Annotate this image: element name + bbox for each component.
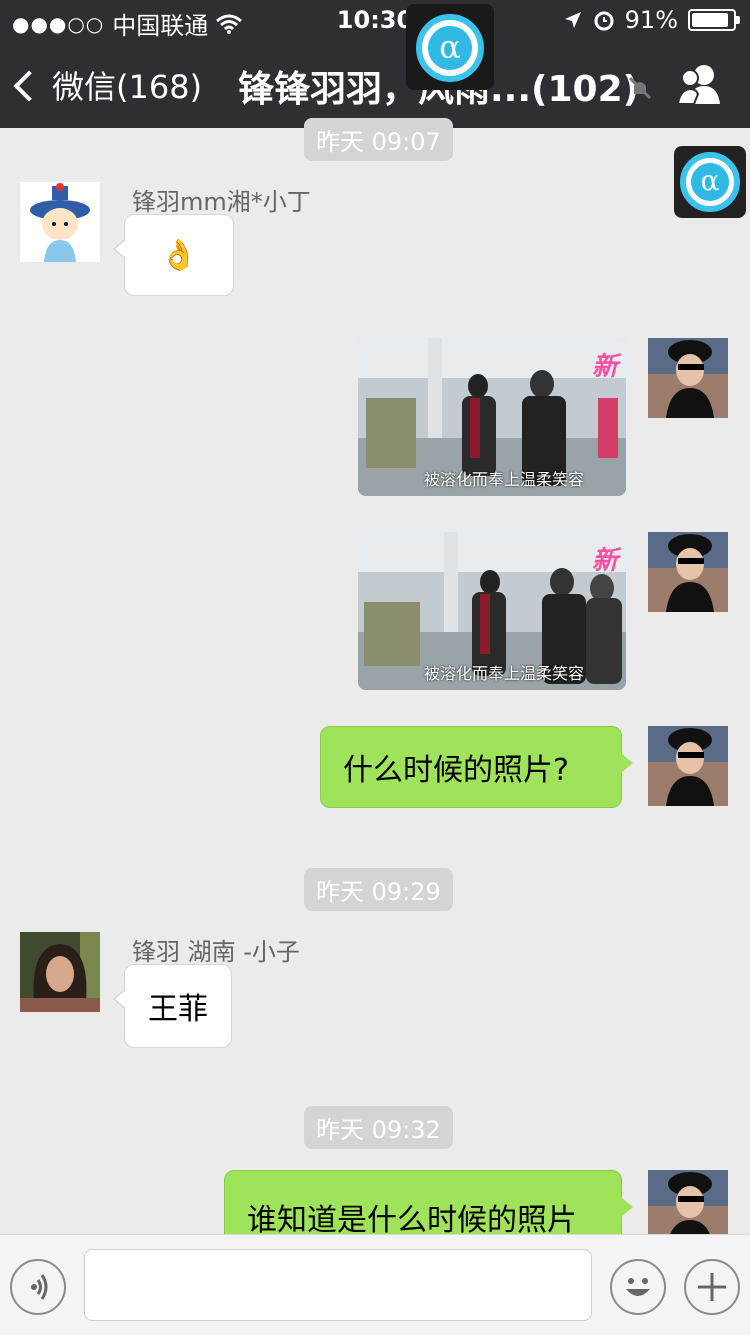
chat-navbar: 微信(168) 锋锋羽羽，风雨...(102) <box>0 40 750 128</box>
user-avatar-icon <box>648 726 728 806</box>
photo-caption: 被溶化而奉上温柔笑容 <box>424 664 585 683</box>
input-bar <box>0 1234 750 1335</box>
status-bar: ●●●○○ 中国联通 10:30 91% <box>0 0 750 40</box>
avatar[interactable] <box>648 338 728 418</box>
user-avatar-icon <box>648 532 728 612</box>
cartoon-avatar-icon <box>20 182 100 262</box>
alpha-floating-button[interactable]: α <box>674 146 746 218</box>
message-text: 王菲 <box>148 992 208 1027</box>
mute-icon <box>628 76 652 100</box>
message-bubble[interactable]: 👌 <box>113 214 234 296</box>
photo-message[interactable]: 新 被溶化而奉上温柔笑容 <box>358 338 626 496</box>
chevron-left-icon <box>13 70 45 102</box>
emoji-button[interactable] <box>610 1259 666 1315</box>
photo-logo: 新 <box>591 352 618 382</box>
alpha-app-overlay[interactable]: α <box>406 4 494 90</box>
alpha-icon: α <box>691 163 729 201</box>
user-avatar-icon <box>20 932 100 1012</box>
message-bubble[interactable]: 什么时候的照片? <box>320 726 633 808</box>
sender-name: 锋羽 湖南 -小子 <box>132 938 300 966</box>
photo-logo: 新 <box>591 546 618 576</box>
group-icon[interactable] <box>676 62 724 106</box>
alarm-icon <box>594 11 614 31</box>
plus-icon <box>698 1273 726 1301</box>
alpha-icon: α <box>428 26 472 70</box>
photo-caption: 被溶化而奉上温柔笑容 <box>424 470 585 489</box>
message-text: 谁知道是什么时候的照片 <box>247 1203 577 1238</box>
back-button[interactable]: 微信(168) <box>13 62 203 108</box>
emoji-icon <box>626 1278 650 1296</box>
timestamp: 昨天 09:32 <box>304 1106 453 1149</box>
timestamp: 昨天 09:07 <box>304 118 453 161</box>
timestamp: 昨天 09:29 <box>304 868 453 911</box>
back-label: 微信(168) <box>52 68 203 106</box>
avatar[interactable] <box>648 532 728 612</box>
location-icon <box>564 12 581 28</box>
message-input[interactable] <box>84 1249 592 1321</box>
message-bubble[interactable]: 王菲 <box>113 964 232 1048</box>
message-text: 什么时候的照片? <box>343 753 569 788</box>
avatar[interactable] <box>20 932 100 1012</box>
sender-name: 锋羽mm湘*小丁 <box>132 188 311 216</box>
user-avatar-icon <box>648 338 728 418</box>
voice-button[interactable] <box>10 1259 66 1315</box>
battery-icon <box>688 9 740 31</box>
voice-icon <box>31 1274 48 1300</box>
more-button[interactable] <box>684 1259 740 1315</box>
avatar[interactable] <box>648 726 728 806</box>
battery-percent: 91% <box>624 6 678 34</box>
avatar[interactable] <box>20 182 100 262</box>
message-text: 👌 <box>160 237 198 273</box>
photo-message[interactable]: 新 被溶化而奉上温柔笑容 <box>358 532 626 690</box>
